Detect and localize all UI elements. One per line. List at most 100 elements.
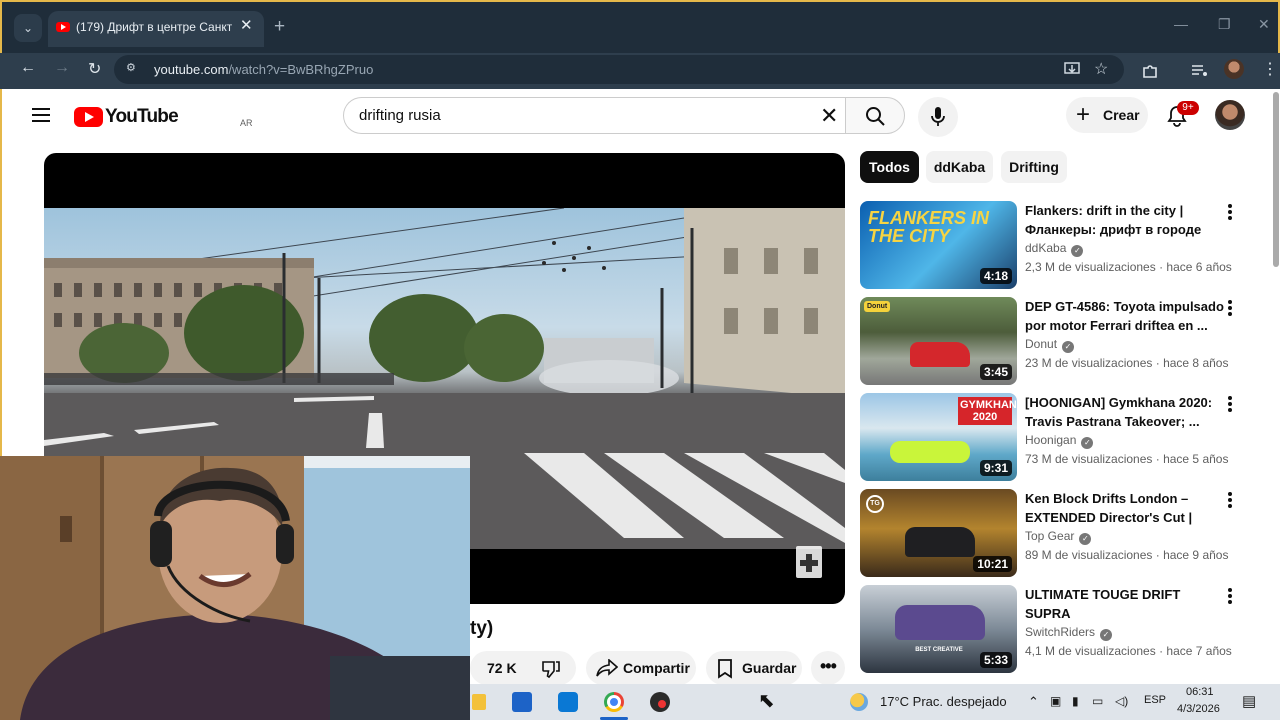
video-thumbnail[interactable]: Donut 3:45 — [860, 297, 1017, 385]
clock-date[interactable]: 4/3/2026 — [1177, 703, 1220, 715]
microsoft-store-icon[interactable] — [512, 692, 532, 712]
tab-title: (179) Дрифт в центре Санкт-Петербурга — [76, 20, 232, 34]
volume-tray-icon[interactable]: ◁) — [1115, 694, 1128, 708]
reload-icon[interactable]: ↻ — [88, 59, 101, 79]
video-duration: 3:45 — [979, 364, 1012, 380]
search-query[interactable]: drifting rusia — [359, 107, 441, 124]
menu-icon[interactable] — [32, 108, 50, 122]
video-thumbnail[interactable]: FLANKERS IN THE CITY 4:18 — [860, 201, 1017, 289]
related-video-title[interactable]: Flankers: drift in the city | Фланкеры: … — [1025, 201, 1225, 239]
search-button[interactable] — [845, 97, 905, 134]
notification-count-badge: 9+ — [1177, 101, 1199, 115]
microphone-tray-icon[interactable]: ▮ — [1072, 694, 1079, 708]
thumbnail-text: FLANKERS IN THE CITY — [868, 208, 989, 246]
like-dislike-group: 72 K — [470, 651, 576, 685]
url-text[interactable]: youtube.com/watch?v=BwBRhgZPruo — [154, 62, 373, 77]
kebab-menu-icon[interactable] — [1225, 300, 1235, 320]
kebab-menu-icon[interactable] — [1225, 588, 1235, 608]
channel-name[interactable]: Hoonigan ✓ — [1025, 433, 1094, 449]
channel-name[interactable]: ddKaba ✓ — [1025, 241, 1084, 257]
kebab-menu-icon[interactable] — [1225, 492, 1235, 512]
related-video-title[interactable]: Ken Block Drifts London – EXTENDED Direc… — [1025, 489, 1225, 527]
media-controls-icon[interactable] — [1191, 63, 1209, 79]
channel-name[interactable]: SwitchRiders ✓ — [1025, 625, 1113, 641]
chip-todos[interactable]: Todos — [860, 151, 919, 183]
search-input[interactable]: drifting rusia ✕ — [343, 97, 846, 134]
account-avatar[interactable] — [1215, 100, 1245, 130]
forward-icon[interactable]: → — [54, 59, 70, 77]
like-count[interactable]: 72 K — [487, 660, 517, 676]
bookmark-icon — [718, 659, 732, 679]
dislike-icon[interactable] — [541, 659, 561, 679]
video-duration: 5:33 — [979, 652, 1012, 668]
tab-search-button[interactable]: ⌄ — [14, 14, 42, 42]
channel-name[interactable]: Donut ✓ — [1025, 337, 1075, 353]
camera-tray-icon[interactable]: ▣ — [1050, 694, 1061, 708]
verified-check-icon: ✓ — [1071, 245, 1084, 257]
verified-check-icon: ✓ — [1062, 341, 1075, 353]
weather-text[interactable]: 17°C Prac. despejado — [880, 694, 1007, 709]
video-meta: 2,3 M de visualizaciones · hace 6 años — [1025, 260, 1232, 274]
share-button[interactable]: Compartir — [586, 651, 696, 685]
input-language[interactable]: ESP — [1144, 694, 1166, 706]
page-scrollbar[interactable] — [1273, 92, 1279, 267]
video-thumbnail[interactable]: GYMKHANA 2020 9:31 — [860, 393, 1017, 481]
window-frame-border — [0, 89, 2, 459]
browser-tab-active[interactable]: (179) Дрифт в центре Санкт-Петербурга ✕ — [48, 11, 264, 47]
share-icon — [596, 659, 618, 677]
verified-check-icon: ✓ — [1081, 437, 1094, 449]
more-menu-icon[interactable]: ⋮ — [1262, 59, 1278, 79]
share-label: Compartir — [623, 660, 690, 676]
watermark-icon — [800, 554, 818, 572]
related-video-title[interactable]: ULTIMATE TOUGE DRIFT SUPRA — [1025, 585, 1225, 623]
new-tab-button[interactable]: + — [274, 16, 285, 38]
kebab-menu-icon[interactable] — [1225, 396, 1235, 416]
video-title: ty) — [470, 618, 494, 639]
related-video-title[interactable]: [HOONIGAN] Gymkhana 2020: Travis Pastran… — [1025, 393, 1225, 431]
browser-toolbar: ← → ↻ ⚙ youtube.com/watch?v=BwBRhgZPruo … — [0, 53, 1280, 89]
notification-center-icon[interactable]: ▤ — [1242, 692, 1256, 710]
network-tray-icon[interactable]: ▭ — [1092, 694, 1103, 708]
extensions-icon[interactable] — [1141, 62, 1159, 80]
bookmark-star-icon[interactable]: ☆ — [1094, 59, 1108, 79]
related-video-item[interactable]: FLANKERS IN THE CITY 4:18 Flankers: drif… — [860, 201, 1245, 291]
kebab-menu-icon[interactable] — [1225, 204, 1235, 224]
video-thumbnail[interactable]: BEST CREATIVE 5:33 — [860, 585, 1017, 673]
related-video-item[interactable]: BEST CREATIVE 5:33 ULTIMATE TOUGE DRIFT … — [860, 585, 1245, 675]
more-actions-button[interactable]: ••• — [811, 651, 845, 685]
black-car-shape — [905, 527, 975, 557]
more-horizontal-icon: ••• — [820, 656, 837, 676]
related-video-title[interactable]: DEP GT-4586: Toyota impulsado por motor … — [1025, 297, 1225, 335]
voice-search-button[interactable] — [918, 97, 958, 137]
close-window-button[interactable]: ✕ — [1258, 16, 1270, 33]
related-video-item[interactable]: GYMKHANA 2020 9:31 [HOONIGAN] Gymkhana 2… — [860, 393, 1245, 483]
minimize-button[interactable]: — — [1174, 16, 1188, 32]
file-explorer-icon[interactable] — [472, 694, 486, 710]
channel-watermark-logo[interactable] — [796, 546, 822, 578]
address-bar[interactable]: ⚙ youtube.com/watch?v=BwBRhgZPruo ☆ — [114, 55, 1124, 84]
clear-search-icon[interactable]: ✕ — [820, 103, 838, 129]
tab-close-icon[interactable]: ✕ — [240, 16, 253, 34]
install-app-icon[interactable] — [1064, 61, 1080, 77]
youtube-header: YouTube AR drifting rusia ✕ + Crear 9+ — [0, 89, 1280, 141]
outlook-icon[interactable] — [558, 692, 578, 712]
chip-drifting[interactable]: Drifting — [1001, 151, 1067, 183]
clock-time[interactable]: 06:31 — [1186, 686, 1214, 698]
channel-name[interactable]: Top Gear ✓ — [1025, 529, 1092, 545]
back-icon[interactable]: ← — [20, 59, 36, 77]
related-video-item[interactable]: TG 10:21 Ken Block Drifts London – EXTEN… — [860, 489, 1245, 579]
site-info-icon[interactable]: ⚙ — [126, 61, 142, 75]
create-button[interactable]: + Crear — [1066, 97, 1148, 133]
chip-ddkaba[interactable]: ddKaba — [926, 151, 993, 183]
video-thumbnail[interactable]: TG 10:21 — [860, 489, 1017, 577]
youtube-logo[interactable]: YouTube AR — [74, 105, 253, 129]
weather-icon[interactable] — [850, 693, 868, 711]
profile-avatar[interactable] — [1224, 59, 1244, 79]
chrome-icon-center — [607, 695, 621, 709]
show-hidden-icons[interactable]: ⌃ — [1028, 694, 1039, 710]
restore-button[interactable]: ❐ — [1218, 16, 1231, 33]
save-button[interactable]: Guardar — [706, 651, 802, 685]
purple-car-shape — [895, 605, 985, 640]
related-video-item[interactable]: Donut 3:45 DEP GT-4586: Toyota impulsado… — [860, 297, 1245, 387]
thumbnail-text: GYMKHANA 2020 — [958, 397, 1017, 425]
